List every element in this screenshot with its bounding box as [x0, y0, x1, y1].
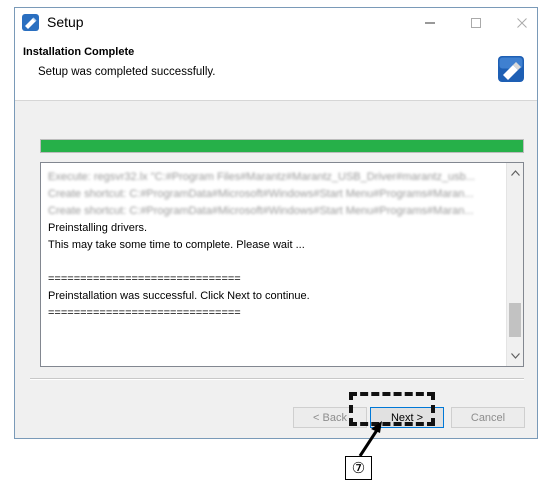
callout-label: ⑦ — [345, 456, 372, 480]
callout-arrow — [358, 421, 382, 457]
